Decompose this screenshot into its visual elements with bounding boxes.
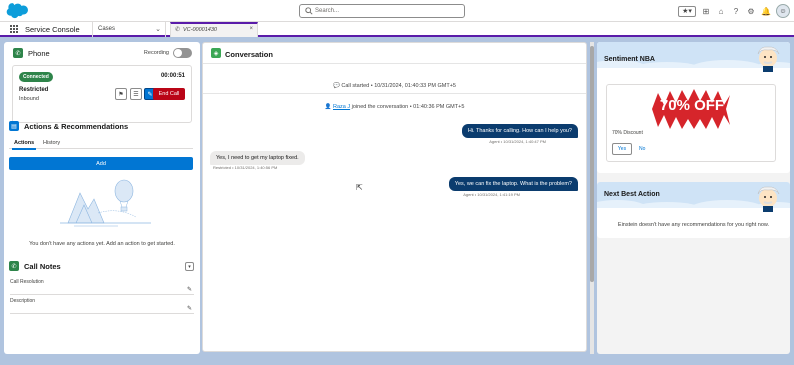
next-best-action-title: Next Best Action [604, 191, 660, 198]
status-badge: Connected [19, 72, 53, 82]
recording-control: Recording [144, 48, 192, 58]
bell-icon[interactable]: 🔔 [761, 6, 771, 16]
app-launcher-icon[interactable] [10, 25, 18, 33]
right-sidebar-panel: Sentiment NBA 70% OFF 70% Discount Yes N… [597, 42, 790, 354]
trailhead-icon[interactable]: ⌂ [716, 6, 726, 16]
actions-icon: ▤ [9, 121, 19, 131]
accept-yes-button[interactable]: Yes [612, 143, 632, 155]
call-started-text: Call started • 10/31/2024, 01:40:33 PM G… [341, 83, 456, 89]
next-best-action-header: Next Best Action [597, 182, 790, 212]
conversation-icon: ◈ [211, 48, 221, 58]
conversation-title: Conversation [225, 50, 273, 59]
chevron-down-icon[interactable]: ▾ [185, 262, 194, 271]
next-best-action-empty-text: Einstein doesn't have any recommendation… [617, 222, 770, 228]
chevron-down-icon: ⌄ [155, 26, 161, 33]
agent-message-bubble: Hi. Thanks for calling. How can I help y… [461, 124, 578, 138]
description-field: Description ✎ [10, 298, 194, 314]
actions-empty-text: You don't have any actions yet. Add an a… [29, 241, 175, 247]
call-direction: Inbound [19, 96, 39, 102]
flag-icon: ⚑ [118, 91, 124, 98]
object-selector-label: Cases [98, 26, 116, 32]
console-navigation-bar: Service Console Cases ⌄ ✆ VC-00001430 × [0, 22, 794, 37]
call-resolution-label: Call Resolution [10, 279, 44, 285]
global-header: Search... ★▾ ⊞ ⌂ ? ⚙ 🔔 ☺ [0, 0, 794, 22]
call-notes-header: ✆ Call Notes ▾ [9, 261, 194, 271]
add-action-button[interactable]: Add [9, 157, 193, 170]
mouse-cursor-icon: ⇱ [356, 183, 363, 192]
message-meta: Agent • 10/31/2024, 1:40:47 PM [489, 139, 546, 144]
actions-tabs: Actions History [9, 138, 193, 150]
message-meta: Agent • 10/31/2024, 1:41:19 PM [463, 192, 520, 197]
sentiment-nba-header: Sentiment NBA [597, 42, 790, 72]
agent-message-bubble: Yes, we can fix the laptop. What is the … [448, 177, 578, 191]
call-started-event: 💬 Call started • 10/31/2024, 01:40:33 PM… [203, 83, 586, 89]
phone-icon: ✆ [175, 27, 181, 33]
joined-text: joined the conversation • 01:40:36 PM GM… [350, 104, 465, 110]
call-notes-icon: ✆ [9, 261, 19, 271]
edit-pencil-icon[interactable]: ✎ [187, 305, 192, 312]
promo-discount-image: 70% OFF [652, 89, 730, 129]
edit-pencil-icon[interactable]: ✎ [187, 286, 192, 293]
message-meta: Restricted • 10/31/2024, 1:40:56 PM [213, 165, 278, 170]
reject-no-link[interactable]: No [639, 146, 645, 152]
phone-icon: ✆ [13, 48, 23, 58]
help-icon[interactable]: ? [731, 6, 741, 16]
keypad-icon: ☰ [133, 91, 139, 98]
empty-state-balloon-illustration [60, 179, 151, 227]
phone-header: ✆ Phone [13, 48, 50, 58]
next-best-action-card: Next Best Action Einstein doesn't have a… [597, 182, 790, 238]
conversation-scrollbar[interactable] [590, 42, 594, 354]
user-avatar[interactable]: ☺ [776, 4, 790, 18]
phone-title: Phone [28, 48, 50, 58]
active-call-card: Connected 00:00:51 Restricted Inbound ⚑ … [12, 65, 192, 123]
agent-icon: 👤 [324, 104, 333, 110]
app-name: Service Console [25, 25, 80, 34]
microphone-off-icon: ✎ [147, 91, 153, 98]
header-utility-icons: ★▾ ⊞ ⌂ ? ⚙ 🔔 ☺ [678, 3, 790, 19]
agent-joined-event: 👤 Raza J joined the conversation • 01:40… [203, 104, 586, 110]
promo-offer-card: 70% OFF 70% Discount Yes No [606, 84, 776, 162]
add-icon[interactable]: ⊞ [701, 6, 711, 16]
recording-label: Recording [143, 50, 169, 56]
object-navigation-selector[interactable]: Cases ⌄ [92, 22, 166, 37]
keypad-button[interactable]: ☰ [130, 88, 142, 100]
left-sidebar-panel: ✆ Phone Recording Connected 00:00:51 Res… [4, 42, 200, 354]
tab-history[interactable]: History [43, 140, 60, 146]
einstein-mascot-icon [757, 46, 780, 72]
favorites-star-icon[interactable]: ★▾ [678, 5, 696, 17]
einstein-mascot-icon [757, 186, 780, 212]
sentiment-nba-title: Sentiment NBA [604, 56, 655, 63]
actions-header: ▤ Actions & Recommendations [9, 121, 128, 131]
actions-title: Actions & Recommendations [24, 121, 129, 131]
description-label: Description [10, 298, 36, 304]
divider [203, 93, 586, 94]
conversation-panel: ◈ Conversation 💬 Call started • 10/31/20… [202, 42, 587, 352]
call-timer: 00:00:51 [160, 73, 185, 79]
search-icon [305, 7, 313, 15]
conversation-header: ◈ Conversation [203, 43, 586, 64]
promo-image-text: 70% OFF [660, 97, 724, 114]
scrollbar-thumb[interactable] [590, 46, 594, 282]
global-search-input[interactable]: Search... [299, 4, 465, 18]
call-resolution-field: Call Resolution ✎ [10, 279, 194, 295]
promo-caption: 70% Discount [612, 130, 643, 136]
recording-toggle[interactable] [173, 48, 192, 58]
tab-label: VC-00001430 [183, 27, 217, 33]
search-placeholder: Search... [315, 8, 340, 14]
caller-name: Restricted [19, 87, 49, 93]
end-call-button[interactable]: End Call [153, 88, 185, 100]
tab-actions[interactable]: Actions [11, 140, 37, 150]
customer-message-bubble: Yes, I need to get my laptop fixed. [210, 151, 305, 165]
call-notes-title: Call Notes [24, 261, 61, 271]
tab-case-record[interactable]: ✆ VC-00001430 × [170, 22, 258, 37]
flag-button[interactable]: ⚑ [115, 88, 127, 100]
agent-name-link[interactable]: Raza J [333, 104, 350, 110]
close-tab-icon[interactable]: × [249, 26, 253, 32]
gear-icon[interactable]: ⚙ [746, 6, 756, 16]
salesforce-logo-icon[interactable] [5, 3, 29, 19]
sentiment-nba-card: Sentiment NBA 70% OFF 70% Discount Yes N… [597, 42, 790, 173]
